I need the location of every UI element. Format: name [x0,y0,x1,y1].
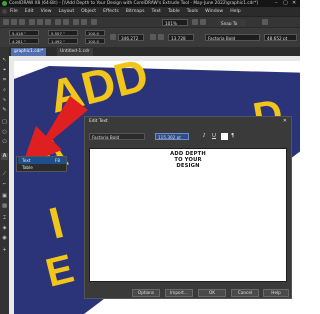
app-menu-icon[interactable] [2,9,7,14]
font-size-field[interactable]: 48.652 pt [264,34,297,41]
text-tool-flyout: Text F8 Table [16,156,67,172]
rectangle-tool-icon[interactable]: □ [1,119,8,126]
menu-table[interactable]: Table [168,7,180,16]
document-tabs: graphic1.cdr* Untitled-1.cdr [9,47,300,56]
close-button[interactable]: ✕ [292,0,296,7]
undo-icon[interactable] [55,19,61,25]
new-document-icon[interactable] [3,19,9,25]
menu-effects[interactable]: Effects [103,7,119,16]
flyout-item-table[interactable]: Table [18,164,66,171]
width-field[interactable]: 5.557 " [48,30,78,36]
menu-file[interactable]: File [10,7,18,16]
menu-tools[interactable]: Tools [187,7,198,16]
interactive-fill-icon[interactable]: ◈ [1,225,8,232]
menu-object[interactable]: Object [81,7,96,16]
publish-pdf-icon[interactable] [91,19,97,25]
window-title: CorelDRAW X8 (64-Bit) - [\\Add Depth to … [9,1,258,6]
options-button[interactable]: Options [132,289,160,297]
minimize-button[interactable]: – [275,0,278,7]
zoom-tool-icon[interactable]: ⌕ [1,87,8,94]
ok-button[interactable]: OK [198,289,226,297]
options-gear-icon[interactable] [262,19,268,25]
import-button[interactable]: Import... [165,289,193,297]
zoom-level-field[interactable]: 101% [162,19,188,26]
menu-window[interactable]: Window [205,7,223,16]
edit-text-dialog: Edit Text ✕ Factoria Bold 115.302 pt I U… [84,116,292,299]
menu-bar: File Edit View Layout Object Effects Bit… [0,7,300,16]
transparency-icon[interactable]: ▨ [1,203,8,210]
y-position-field[interactable]: 4.281 " [9,38,39,44]
dialog-text-editor[interactable]: ADD DEPTH TO YOUR DESIGN [89,148,287,282]
rulers-icon[interactable] [200,19,206,25]
shape-tool-icon[interactable]: ⌖ [1,67,8,74]
text-tool-icon[interactable]: A [1,153,8,160]
polygon-tool-icon[interactable]: ⬠ [1,139,8,146]
scale-height-field[interactable]: 100.0 [85,38,105,44]
dialog-font-dropdown[interactable]: Factoria Bold [89,133,145,140]
add-tool-icon[interactable]: + [1,247,8,254]
parallel-dimension-icon[interactable]: ⟋ [1,171,8,178]
alignment-swatch-icon[interactable] [221,133,228,140]
height-field[interactable]: 1.492 " [48,38,78,44]
editor-line-3: DESIGN [176,163,200,169]
open-icon[interactable] [11,19,17,25]
menu-bitmaps[interactable]: Bitmaps [126,7,145,16]
menu-items: File Edit View Layout Object Effects Bit… [10,7,241,16]
coreldraw-app-icon [2,1,7,6]
eyedropper-icon[interactable]: ⌶ [1,215,8,222]
dialog-close-icon[interactable]: ✕ [283,117,287,126]
pick-tool-icon[interactable]: ↖ [1,57,8,64]
paragraph-format-icon[interactable]: ¶ [231,133,235,140]
help-button[interactable]: Help [263,289,289,297]
crop-tool-icon[interactable]: ⌗ [1,77,8,84]
rotation-angle-field[interactable]: 346.272 [118,34,144,41]
full-screen-icon[interactable] [192,19,198,25]
menu-edit[interactable]: Edit [25,7,34,16]
connector-tool-icon[interactable]: ⌐ [1,181,8,188]
smart-fill-icon[interactable]: ◉ [1,235,8,242]
export-icon[interactable] [81,19,87,25]
angle-field[interactable]: 13.728 [168,34,194,41]
cut-icon[interactable] [29,19,35,25]
copy-icon[interactable] [37,19,43,25]
artistic-media-icon[interactable]: ✎ [1,107,8,114]
menu-view[interactable]: View [41,7,52,16]
mirror-horizontal-icon[interactable] [150,34,156,40]
redo-icon[interactable] [63,19,69,25]
flyout-text-shortcut: F8 [54,158,60,163]
italic-icon[interactable]: I [203,133,205,140]
cancel-button[interactable]: Cancel [231,289,259,297]
x-position-field[interactable]: 5.418 " [9,30,39,36]
dialog-title: Edit Text [89,119,108,124]
underline-icon[interactable]: U [212,133,216,140]
menu-text[interactable]: Text [152,7,161,16]
drop-shadow-icon[interactable]: ▣ [1,193,8,200]
lock-ratio-icon[interactable] [110,34,116,40]
import-icon[interactable] [73,19,79,25]
flyout-table-label: Table [22,165,33,170]
freehand-tool-icon[interactable]: ∿ [1,97,8,104]
menu-help[interactable]: Help [230,7,240,16]
snap-to-dropdown[interactable]: Snap To [218,19,246,26]
menu-layout[interactable]: Layout [59,7,75,16]
flyout-item-text[interactable]: Text F8 [18,157,66,164]
property-bar: 5.418 " 4.281 " 5.557 " 1.492 " 100.0 10… [0,27,300,48]
font-list-dropdown[interactable]: Factoria Bold [205,34,260,41]
save-icon[interactable] [19,19,25,25]
flyout-text-label: Text [22,158,31,163]
paste-icon[interactable] [45,19,51,25]
tab-untitled-1[interactable]: Untitled-1.cdr [57,48,93,56]
maximize-button[interactable]: ▢ [283,0,288,7]
tab-graphic1[interactable]: graphic1.cdr* [11,48,47,56]
scale-width-field[interactable]: 100.0 [85,30,105,36]
dialog-font-size-field[interactable]: 115.302 pt [155,133,189,140]
title-bar: CorelDRAW X8 (64-Bit) - [\\Add Depth to … [0,0,300,7]
mirror-vertical-icon[interactable] [158,34,164,40]
ellipse-tool-icon[interactable]: ○ [1,129,8,136]
